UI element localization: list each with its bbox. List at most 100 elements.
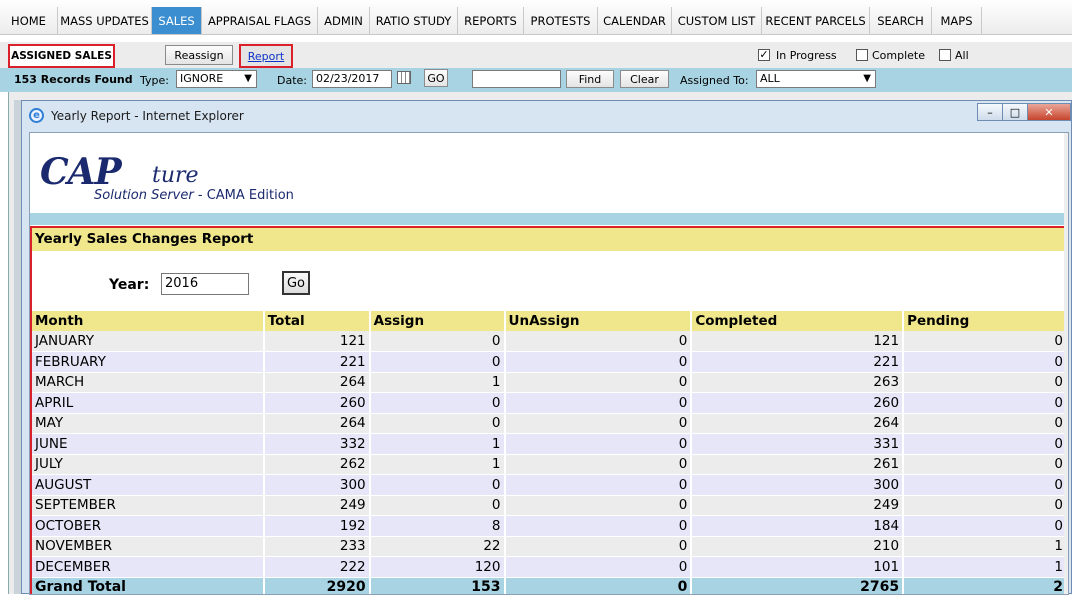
calendar-icon[interactable] [397,71,411,84]
table-cell: SEPTEMBER [32,495,265,516]
nav-item-protests[interactable]: PROTESTS [524,7,598,34]
report-title: Yearly Sales Changes Report [32,228,1068,251]
table-cell: 2 [903,577,1068,594]
table-row: JANUARY 121 0 0 121 0 [32,331,1068,352]
window-content: CAP ture Solution Server - CAMA Edition … [29,132,1069,595]
search-input[interactable] [472,70,561,88]
table-cell: 0 [369,474,506,496]
nav-item-maps[interactable]: MAPS [932,7,982,34]
in-progress-checkbox[interactable]: ✓ [758,49,770,61]
window-title: Yearly Report - Internet Explorer [51,109,244,123]
records-found: 153 Records Found [14,73,133,86]
table-cell: 0 [369,392,506,414]
logo-main: CAP [40,151,122,193]
window-titlebar[interactable]: e Yearly Report - Internet Explorer – □ … [22,101,1071,131]
nav-item-custom-list[interactable]: CUSTOM LIST [672,7,762,34]
year-go-button[interactable]: Go [282,271,310,295]
table-cell: 331 [691,433,905,455]
nav-item-recent-parcels[interactable]: RECENT PARCELS [762,7,870,34]
table-cell: 0 [903,433,1068,455]
type-select-value: IGNORE [180,72,224,85]
column-header-completed[interactable]: Completed [691,311,905,331]
nav-item-sales[interactable]: SALES [152,7,202,34]
nav-item-appraisal-flags[interactable]: APPRAISAL FLAGS [202,7,318,34]
table-cell: 221 [691,351,905,373]
table-cell: 260 [263,392,371,414]
table-cell: MARCH [32,372,265,393]
nav-item-home[interactable]: HOME [0,7,58,34]
table-cell: 264 [263,372,371,393]
table-row: NOVEMBER 233 22 0 210 1 [32,536,1068,557]
table-cell: DECEMBER [32,556,265,578]
table-cell: 0 [903,392,1068,414]
table-cell: 121 [691,331,905,352]
find-button[interactable]: Find [566,70,614,88]
sales-toolbar: ASSIGNED SALES Reassign Report ✓ In Prog… [0,42,1072,68]
nav-item-reports[interactable]: REPORTS [458,7,524,34]
assigned-to-label: Assigned To: [680,74,749,87]
nav-item-mass-updates[interactable]: MASS UPDATES [58,7,152,34]
scrollbar[interactable] [1064,133,1068,594]
table-cell: 1 [369,433,506,455]
nav-item-ratio-study[interactable]: RATIO STUDY [370,7,458,34]
table-cell: 0 [903,495,1068,516]
logo-sub-rest: - CAMA Edition [193,188,294,203]
table-row: FEBRUARY 221 0 0 221 0 [32,351,1068,373]
table-cell: 210 [691,536,905,557]
column-header-pending[interactable]: Pending [903,311,1068,331]
table-cell: 0 [903,474,1068,496]
table-cell: 0 [903,351,1068,373]
column-header-month[interactable]: Month [32,311,265,331]
table-cell: 1 [903,556,1068,578]
table-cell: 0 [369,351,506,373]
chevron-down-icon: ▼ [244,73,252,84]
type-select[interactable]: IGNORE ▼ [176,70,257,88]
minimize-icon[interactable]: – [977,103,1003,121]
filter-bar: 153 Records Found Type: IGNORE ▼ Date: 0… [0,68,1072,92]
clear-button[interactable]: Clear [620,70,669,88]
yearly-report-window: e Yearly Report - Internet Explorer – □ … [21,100,1072,595]
table-row: AUGUST 300 0 0 300 0 [32,474,1068,496]
all-checkbox[interactable] [939,49,951,61]
column-header-assign[interactable]: Assign [369,311,506,331]
date-go-button[interactable]: GO [424,69,448,87]
table-cell: 8 [369,515,506,537]
assigned-to-select[interactable]: ALL ▼ [756,70,876,88]
table-cell: AUGUST [32,474,265,496]
column-header-unassign[interactable]: UnAssign [504,311,693,331]
restore-icon[interactable]: □ [1002,103,1028,121]
assigned-to-value: ALL [760,72,780,85]
report-link[interactable]: Report [248,50,284,63]
table-cell: 1 [369,372,506,393]
table-cell: 221 [263,351,371,373]
table-cell: 153 [369,577,506,594]
table-cell: OCTOBER [32,515,265,537]
column-header-total[interactable]: Total [263,311,371,331]
grand-total-row: Grand Total 2920 153 0 2765 2 [32,577,1068,594]
table-cell: APRIL [32,392,265,414]
assigned-sales-tab[interactable]: ASSIGNED SALES [8,44,115,68]
report-link-box: Report [239,44,293,68]
table-cell: 184 [691,515,905,537]
table-cell: Grand Total [32,577,265,594]
nav-item-calendar[interactable]: CALENDAR [598,7,672,34]
nav-item-admin[interactable]: ADMIN [318,7,370,34]
nav-item-search[interactable]: SEARCH [870,7,932,34]
table-cell: 0 [504,331,693,352]
reassign-button[interactable]: Reassign [165,45,233,65]
logo-script: ture [152,163,199,188]
table-cell: 263 [691,372,905,393]
capture-logo: CAP ture Solution Server - CAMA Edition [30,133,1068,213]
table-cell: 222 [263,556,371,578]
top-nav: HOME MASS UPDATES SALES APPRAISAL FLAGS … [0,0,1072,35]
year-input[interactable]: 2016 [161,273,249,295]
date-input[interactable]: 02/23/2017 [312,70,392,88]
table-cell: 0 [369,413,506,434]
complete-label: Complete [872,49,926,62]
report-panel: Yearly Sales Changes Report Year: 2016 G… [30,226,1068,594]
complete-checkbox[interactable] [856,49,868,61]
close-icon[interactable]: ✕ [1027,103,1071,121]
table-cell: 0 [504,454,693,475]
table-cell: 0 [504,351,693,373]
table-cell: 2765 [691,577,905,594]
